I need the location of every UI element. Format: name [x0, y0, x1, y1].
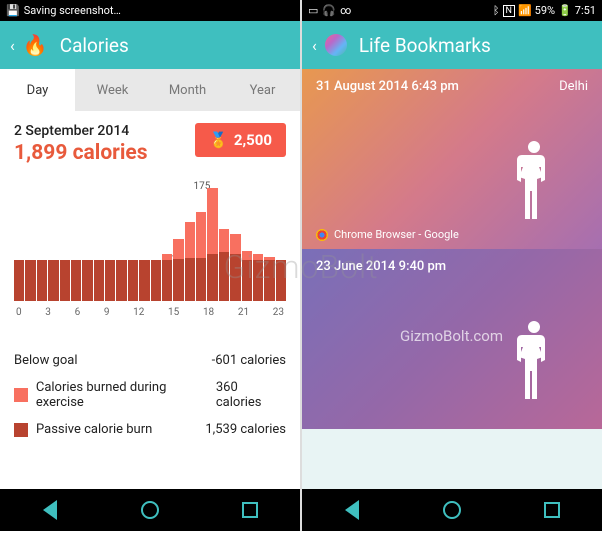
chart-bar: [82, 183, 92, 301]
bookmark-card[interactable]: 31 August 2014 6:43 pm Delhi Chrome Brow…: [302, 69, 602, 249]
chart-bar: [14, 183, 24, 301]
chart-bar: [173, 183, 183, 301]
chart-bar: [196, 183, 206, 301]
calories-chart: 175 77 03691215182123: [14, 183, 286, 333]
tab-week[interactable]: Week: [75, 69, 150, 111]
bluetooth-icon: ᛒ: [493, 4, 500, 17]
exercise-value: 360 calories: [216, 380, 286, 410]
nav-home-button[interactable]: [138, 498, 162, 522]
chrome-icon: [316, 229, 328, 241]
chart-bar: [37, 183, 47, 301]
chart-bar: [264, 183, 274, 301]
chart-xaxis: 03691215182123: [14, 307, 286, 318]
person-silhouette-icon: [514, 321, 554, 411]
battery-icon: 🔋: [558, 4, 572, 17]
goal-badge[interactable]: 🏅 2,500: [195, 123, 286, 157]
calories-content: 2 September 2014 1,899 calories 🏅 2,500 …: [0, 111, 300, 489]
below-goal-label: Below goal: [14, 353, 78, 368]
clock-text: 7:51: [575, 4, 596, 17]
tab-year[interactable]: Year: [225, 69, 300, 111]
header-bookmarks: ‹ Life Bookmarks: [302, 21, 602, 69]
chart-bar: [276, 183, 286, 301]
header-title: Calories: [60, 34, 129, 57]
period-tabs: Day Week Month Year: [0, 69, 300, 111]
chart-bar: [60, 183, 70, 301]
chart-bar: [185, 183, 195, 301]
exercise-label: Calories burned during exercise: [36, 380, 216, 410]
chart-bar: [71, 183, 81, 301]
legend-exercise-icon: [14, 388, 28, 402]
nfc-icon: N: [503, 5, 515, 17]
flame-icon: 🔥: [23, 33, 48, 57]
link-icon: ∞: [340, 4, 351, 17]
battery-text: 59%: [535, 4, 555, 17]
screenshot-icon: ▭: [308, 4, 318, 17]
chart-bar: [139, 183, 149, 301]
phone-right: ▭ 🎧 ∞ ᛒ N 📶 59% 🔋 7:51 ‹ Life Bookmarks …: [302, 0, 602, 531]
nav-back-button[interactable]: [340, 498, 364, 522]
ribbon-icon: 🏅: [209, 131, 228, 149]
legend-passive-icon: [14, 423, 28, 437]
chart-bar: [48, 183, 58, 301]
navbar-left: [0, 489, 300, 531]
bookmark-app: Chrome Browser - Google: [316, 228, 459, 241]
person-silhouette-icon: [514, 141, 554, 231]
chart-bar: [128, 183, 138, 301]
chart-bar: [230, 183, 240, 301]
date-label: 2 September 2014: [14, 123, 148, 139]
goal-value: 2,500: [234, 131, 272, 149]
below-goal-value: -601 calories: [212, 353, 286, 368]
signal-icon: 📶: [518, 4, 532, 17]
phone-left: 💾 Saving screenshot… ‹ 🔥 Calories Day We…: [0, 0, 300, 531]
passive-label: Passive calorie burn: [36, 422, 152, 437]
disk-icon: 💾: [6, 4, 20, 17]
bookmark-date: 31 August 2014 6:43 pm: [316, 79, 588, 94]
statusbar-right: ▭ 🎧 ∞ ᛒ N 📶 59% 🔋 7:51: [302, 0, 602, 21]
bookmarks-list[interactable]: 31 August 2014 6:43 pm Delhi Chrome Brow…: [302, 69, 602, 489]
navbar-right: [302, 489, 602, 531]
back-icon[interactable]: ‹: [312, 36, 317, 55]
chart-bar: [94, 183, 104, 301]
globe-icon: [325, 34, 347, 56]
bookmark-location: Delhi: [559, 79, 588, 94]
bookmark-card[interactable]: 23 June 2014 9:40 pm: [302, 249, 602, 429]
chart-bar: [207, 183, 217, 301]
back-icon[interactable]: ‹: [10, 36, 15, 55]
chart-bar: [242, 183, 252, 301]
bookmark-date: 23 June 2014 9:40 pm: [316, 259, 588, 274]
tab-month[interactable]: Month: [150, 69, 225, 111]
chart-bar: [162, 183, 172, 301]
header-calories: ‹ 🔥 Calories: [0, 21, 300, 69]
statusbar-text: Saving screenshot…: [24, 4, 121, 17]
chart-bar: [151, 183, 161, 301]
nav-recent-button[interactable]: [238, 498, 262, 522]
chart-bar: [253, 183, 263, 301]
passive-value: 1,539 calories: [205, 422, 286, 437]
nav-home-button[interactable]: [440, 498, 464, 522]
chart-bar: [25, 183, 35, 301]
tab-day[interactable]: Day: [0, 69, 75, 111]
chart-bar: [116, 183, 126, 301]
header-title: Life Bookmarks: [359, 34, 491, 57]
statusbar-left: 💾 Saving screenshot…: [0, 0, 300, 21]
nav-recent-button[interactable]: [540, 498, 564, 522]
calories-value: 1,899 calories: [14, 141, 148, 165]
chart-bar: [219, 183, 229, 301]
chart-bar: [105, 183, 115, 301]
nav-back-button[interactable]: [38, 498, 62, 522]
stats-block: Below goal -601 calories Calories burned…: [14, 347, 286, 443]
headset-icon: 🎧: [322, 4, 336, 17]
